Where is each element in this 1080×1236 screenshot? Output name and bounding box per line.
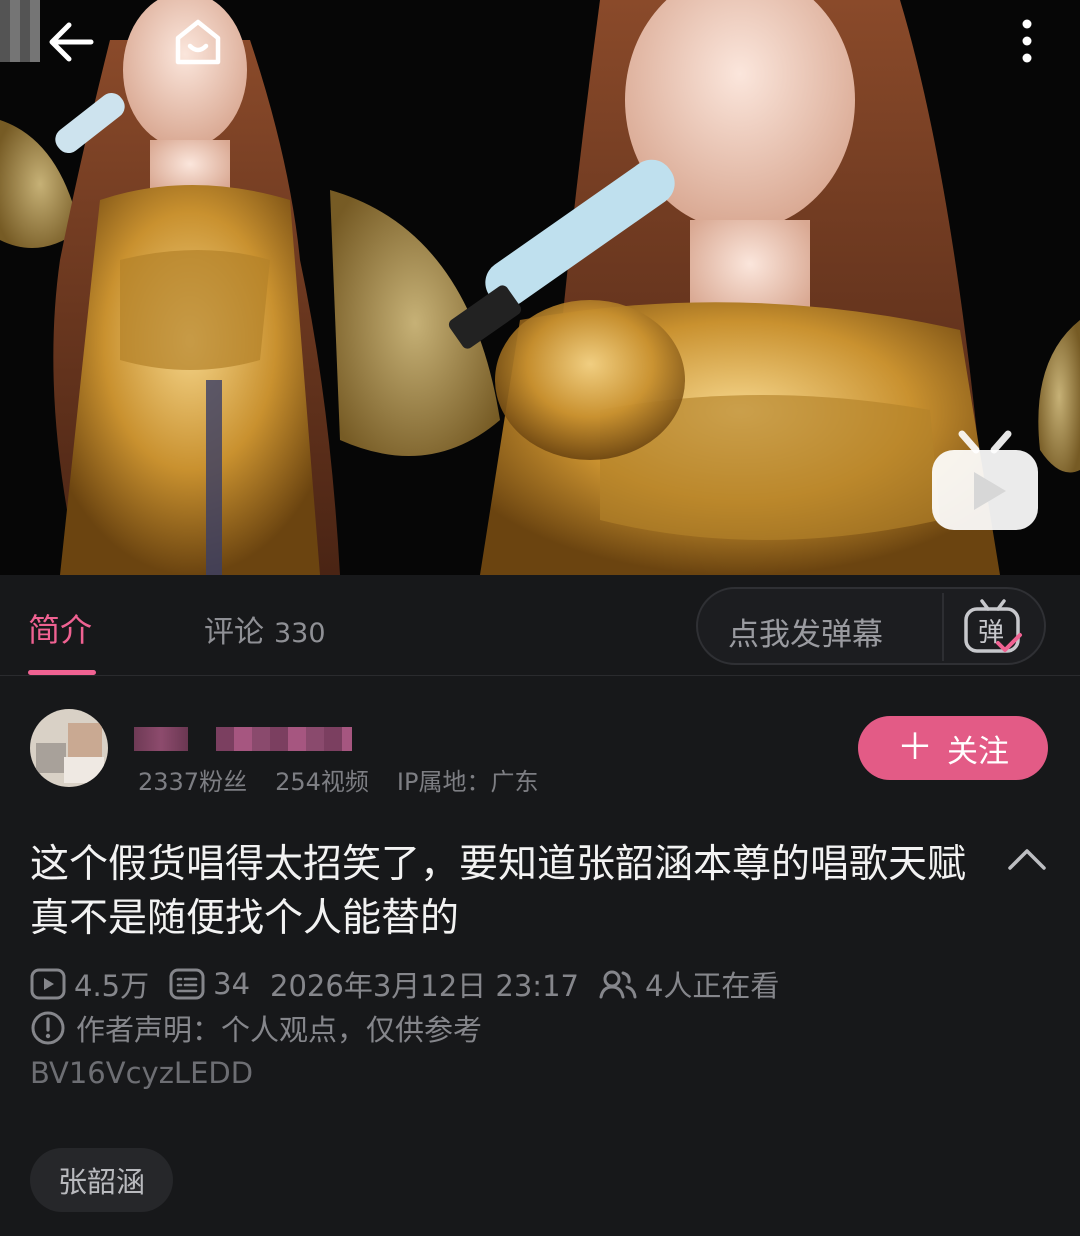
bvid: BV16VcyzLEDD bbox=[30, 1056, 254, 1090]
more-button[interactable] bbox=[1004, 12, 1050, 70]
video-frame bbox=[0, 0, 1080, 575]
tab-intro[interactable]: 简介 bbox=[28, 605, 92, 651]
declaration-text: 作者声明：个人观点，仅供参考 bbox=[76, 1013, 483, 1047]
uploader-name-mosaic[interactable] bbox=[216, 727, 352, 751]
publish-time: 2026年3月12日 23:17 bbox=[270, 969, 579, 1003]
back-arrow-icon bbox=[49, 22, 94, 62]
chevron-up-icon[interactable] bbox=[1006, 842, 1048, 876]
watching-now: 4人正在看 bbox=[644, 969, 780, 1003]
viewers-icon bbox=[599, 970, 637, 999]
follow-button[interactable]: ＋ 关注 bbox=[858, 716, 1048, 780]
video-player[interactable] bbox=[0, 0, 1080, 575]
danmaku-count: 34 bbox=[213, 967, 251, 1001]
plus-icon: ＋ bbox=[896, 727, 933, 768]
info-icon bbox=[31, 1011, 65, 1045]
author-declaration: 作者声明：个人观点，仅供参考 bbox=[30, 1006, 482, 1050]
tab-bar: 简介 评论 330 点我发弹幕 弹 bbox=[0, 575, 1080, 676]
home-icon bbox=[175, 19, 221, 65]
tab-comments[interactable]: 评论 330 bbox=[204, 607, 326, 651]
danmaku-input[interactable]: 点我发弹幕 bbox=[728, 609, 883, 654]
tab-comments-count: 330 bbox=[274, 618, 326, 649]
follow-label: 关注 bbox=[947, 733, 1009, 770]
play-count: 4.5万 bbox=[74, 969, 150, 1003]
tag-chip[interactable]: 张韶涵 bbox=[30, 1148, 174, 1212]
bilibili-tv-icon bbox=[932, 430, 1038, 530]
danmaku-count-icon bbox=[169, 968, 205, 1000]
play-icon bbox=[30, 968, 66, 1000]
video-title: 这个假货唱得太招笑了，要知道张韶涵本尊的唱歌天赋真不是随便找个人能替的 bbox=[30, 842, 967, 941]
danmaku-bar: 点我发弹幕 弹 bbox=[696, 587, 1046, 665]
fans-count: 2337粉丝 bbox=[138, 768, 248, 796]
uploader-name-mosaic[interactable] bbox=[134, 727, 188, 751]
home-button[interactable] bbox=[166, 10, 230, 74]
uploader-stats: 2337粉丝 254视频 IP属地：广东 bbox=[138, 762, 538, 797]
video-meta: 4.5万 34 2026年3月12日 23:17 4人正在看 bbox=[30, 962, 799, 1006]
ip-location: IP属地：广东 bbox=[396, 768, 539, 796]
tab-comments-label: 评论 bbox=[204, 615, 264, 650]
active-tab-indicator bbox=[28, 670, 96, 675]
danmaku-toggle-icon[interactable]: 弹 bbox=[960, 597, 1026, 657]
mosaic-overlay bbox=[0, 0, 40, 62]
back-button[interactable] bbox=[36, 12, 106, 72]
avatar[interactable] bbox=[30, 709, 108, 787]
video-count: 254视频 bbox=[275, 768, 369, 796]
divider bbox=[942, 593, 944, 661]
more-vertical-icon bbox=[1022, 19, 1032, 63]
